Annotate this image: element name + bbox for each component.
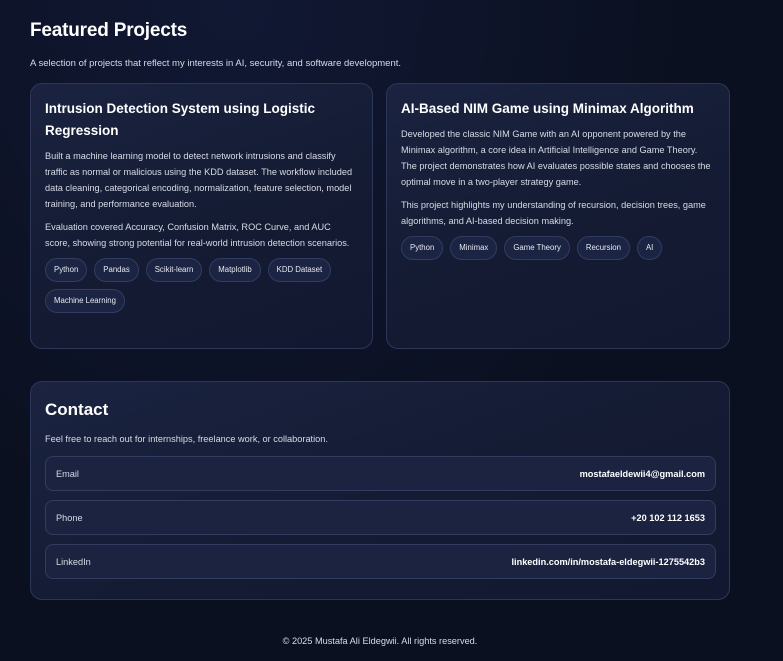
contact-label: Email [56,468,79,479]
tag-kdd-dataset: KDD Dataset [267,258,332,282]
project-title: AI-Based NIM Game using Minimax Algorith… [401,101,694,116]
email-link[interactable]: mostafaeldewii4@gmail.com [580,469,705,479]
page: Featured Projects A selection of project… [0,0,783,661]
contact-row-linkedin[interactable]: LinkedIn linkedin.com/in/mostafa-eldegwi… [45,544,716,579]
contact-subtitle: Feel free to reach out for internships, … [45,434,328,444]
project-description: Developed the classic NIM Game with an A… [401,129,711,187]
footer-copyright: © 2025 Mustafa Ali Eldegwii. All rights … [282,636,478,646]
tag-recursion: Recursion [576,236,630,260]
contact-row-email[interactable]: Email mostafaeldewii4@gmail.com [45,456,716,491]
tag-pandas: Pandas [94,258,139,282]
projects-title: Featured Projects [30,20,188,41]
project-title: Intrusion Detection System using Logisti… [45,101,316,138]
phone-link[interactable]: +20 102 112 1653 [631,513,705,523]
tag-game-theory: Game Theory [504,236,570,260]
tag-list: Python Minimax Game Theory Recursion AI [401,236,715,260]
project-description: This project highlights my understanding… [401,200,706,226]
tag-machine-learning: Machine Learning [45,289,125,313]
contact-label: Phone [56,512,83,523]
tag-minimax: Minimax [450,236,498,260]
linkedin-link[interactable]: linkedin.com/in/mostafa-eldegwii-1275542… [511,557,705,567]
tag-matplotlib: Matplotlib [209,258,261,282]
contact-card: Contact Feel free to reach out for inter… [30,381,730,600]
tag-list: Python Pandas Scikit-learn Matplotlib KD… [45,258,358,313]
tag-python: Python [45,258,88,282]
contact-row-phone[interactable]: Phone +20 102 112 1653 [45,500,716,535]
tag-scikit-learn: Scikit-learn [145,258,203,282]
projects-subtitle: A selection of projects that reflect my … [30,58,402,69]
project-description: Built a machine learning model to detect… [45,151,353,209]
project-description: Evaluation covered Accuracy, Confusion M… [45,222,350,248]
project-card-nim-game: AI-Based NIM Game using Minimax Algorith… [386,83,730,349]
tag-python: Python [401,236,444,260]
project-card-intrusion-detection: Intrusion Detection System using Logisti… [30,83,373,349]
contact-label: LinkedIn [56,556,91,567]
contact-title: Contact [45,400,109,419]
tag-ai: AI [636,236,663,260]
